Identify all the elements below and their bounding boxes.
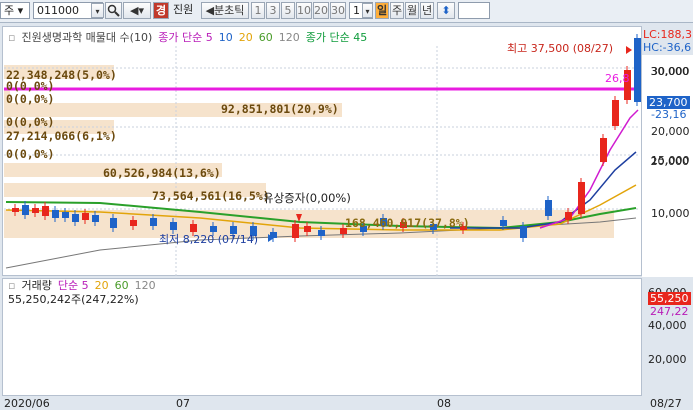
profile-label-10: 168,460,917(37,8%) — [345, 216, 470, 230]
candle-body — [600, 138, 607, 162]
candle-body — [612, 100, 619, 126]
candle-body — [72, 214, 79, 222]
lc-label: LC:188,3 — [643, 28, 693, 41]
capital-increase-label: 유상증자(0,00%) — [263, 191, 351, 205]
candle-body — [634, 38, 641, 102]
legend-ma45: 종가 단순 45 — [305, 31, 368, 44]
date-axis: 2020/06 07 08 08/27 — [0, 397, 693, 410]
change-label: -23,16 — [651, 108, 687, 121]
volume-value-label: 55,250,242주(247,22%) — [8, 293, 139, 306]
price-tick-label-15000: 15,000 — [651, 154, 690, 167]
date-tick-jun: 2020/06 — [4, 397, 50, 410]
high-price-label: 최고 37,500 (08/27) — [507, 42, 614, 55]
candle-body — [52, 210, 59, 218]
date-tick-aug: 08 — [437, 397, 451, 410]
profile-label-4: 92,851,801(20,9%) — [221, 102, 339, 116]
candle-body — [62, 212, 69, 218]
candle-body — [130, 220, 137, 226]
profile-label-9: 73,564,561(16,5%) — [152, 189, 270, 203]
profile-label-6: 27,214,066(6,1%) — [6, 129, 117, 143]
candle-body — [92, 215, 99, 222]
candle-body — [304, 226, 311, 232]
date-tick-jul: 07 — [176, 397, 190, 410]
price-tick-label-30000: 30,000 — [651, 65, 690, 78]
price-tick-label-20000: 20,000 — [651, 125, 690, 138]
candle-body — [565, 212, 572, 220]
candle-body — [150, 218, 157, 226]
candle-body — [520, 226, 527, 238]
legend-bullet-icon: ▫ — [8, 31, 16, 44]
low-price-label: 최저 8,220 (07/14) — [159, 233, 259, 246]
candle-body — [500, 220, 507, 226]
legend-title: 진원생명과학 매물대 수(10) — [21, 31, 153, 44]
candle-body — [32, 208, 39, 213]
legend-ma120: 120 — [278, 31, 300, 44]
volume-current-tag: 55,250 — [648, 292, 691, 305]
legend-ma60: 60 — [258, 31, 273, 44]
candle-body — [578, 182, 585, 214]
candle-body — [318, 230, 325, 236]
high-arrow-icon — [626, 46, 632, 54]
legend-ma1: 종가 단순 5 — [158, 31, 213, 44]
candle-body — [545, 200, 552, 216]
volume-tick-40000: 40,000 — [648, 319, 687, 332]
profile-label-8: 60,526,984(13,6%) — [103, 166, 221, 180]
magenta-price-tag: 26,8 — [605, 72, 630, 85]
profile-label-5: 0(0,0%) — [6, 115, 55, 129]
profile-label-3: 0(0,0%) — [6, 92, 55, 106]
profile-label-7: 0(0,0%) — [6, 147, 55, 161]
candle-body — [82, 213, 89, 220]
legend-ma10: 10 — [218, 31, 233, 44]
candle-body — [12, 208, 19, 212]
date-tick-0827: 08/27 — [650, 397, 682, 410]
candle-body — [110, 218, 117, 228]
candle-body — [42, 206, 49, 216]
candle-body — [292, 224, 299, 238]
price-legend: ▫ 진원생명과학 매물대 수(10) 종가 단순 5 10 20 60 120 종가 단순 4… — [8, 29, 373, 45]
volume-tick-20000: 20,000 — [648, 353, 687, 366]
hc-label: HC:-36,6 — [643, 41, 692, 54]
candle-body — [22, 205, 29, 215]
price-tick-label-10000: 10,000 — [651, 207, 690, 220]
candle-body — [170, 222, 177, 230]
volume-ratio-tag: 247,22 — [650, 305, 689, 318]
legend-ma20: 20 — [238, 31, 253, 44]
